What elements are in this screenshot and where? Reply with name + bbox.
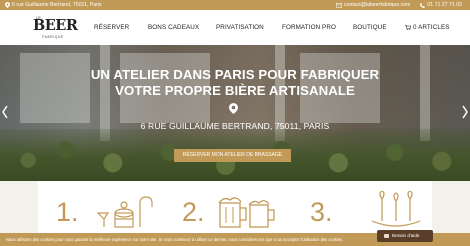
hero-address: 6 RUE GUILLAUME BERTRAND, 75011, PARIS	[140, 121, 330, 131]
topbar-email[interactable]: contact@labeerfabrique.com	[335, 0, 410, 10]
top-info-bar: 6 rue Guillaume Bertrand, 75011, Paris c…	[0, 0, 470, 10]
help-button-label[interactable]: Besoin d'aide	[392, 230, 419, 242]
map-marker-icon	[229, 101, 238, 119]
hero-banner: UN ATELIER DANS PARIS POUR FABRIQUER VOT…	[0, 45, 470, 181]
site-header: LE BEER FABRIQUE RÉSERVER BONS CADEAUX P…	[0, 10, 470, 45]
step-number-2: 2.	[182, 197, 205, 227]
nav-item-formation-pro[interactable]: FORMATION PRO	[282, 24, 336, 31]
nav-cart[interactable]: 0 ARTICLES	[405, 24, 450, 31]
topbar-address-text: 6 rue Guillaume Bertrand, 75011, Paris	[12, 2, 102, 8]
topbar-email-text[interactable]: contact@labeerfabrique.com	[344, 0, 410, 10]
logo-subtitle: FABRIQUE	[42, 35, 64, 39]
brewing-equipment-icon	[96, 195, 154, 234]
help-button[interactable]: Besoin d'aide	[377, 230, 433, 242]
topbar-phone-text[interactable]: 01 71 27 71 02	[427, 0, 462, 10]
logo-wordmark: BEER	[33, 17, 78, 34]
nav-item-privatisation[interactable]: PRIVATISATION	[216, 24, 264, 31]
nav-item-reserver[interactable]: RÉSERVER	[94, 24, 129, 31]
phone-icon	[420, 2, 426, 8]
cart-count-text[interactable]: 0 ARTICLES	[413, 24, 450, 31]
slider-next-arrow-icon[interactable]	[462, 105, 468, 124]
cookie-banner-text: Nous utilisons des cookies pour vous gar…	[6, 237, 344, 242]
beer-mugs-icon	[216, 193, 280, 234]
nav-item-bons-cadeaux[interactable]: BONS CADEAUX	[148, 24, 199, 31]
slider-prev-arrow-icon[interactable]	[2, 105, 8, 124]
nav-item-boutique[interactable]: BOUTIQUE	[353, 24, 387, 31]
hero-title-line-2: VOTRE PROPRE BIÈRE ARTISANALE	[115, 83, 355, 98]
step-number-1: 1.	[56, 197, 79, 227]
site-logo[interactable]: LE BEER FABRIQUE	[33, 14, 78, 42]
cart-icon	[405, 25, 411, 30]
map-marker-icon	[5, 2, 10, 8]
book-workshop-button[interactable]: RÉSERVER MON ATELIER DE BRASSAGE	[174, 149, 291, 162]
envelope-icon	[335, 2, 342, 8]
step-number-3: 3.	[310, 197, 333, 227]
chat-bubble-icon	[384, 234, 389, 238]
topbar-phone[interactable]: 01 71 27 71 02	[420, 0, 462, 10]
topbar-address: 6 rue Guillaume Bertrand, 75011, Paris	[5, 0, 102, 10]
hero-title-line-1: UN ATELIER DANS PARIS POUR FABRIQUER	[90, 67, 380, 82]
